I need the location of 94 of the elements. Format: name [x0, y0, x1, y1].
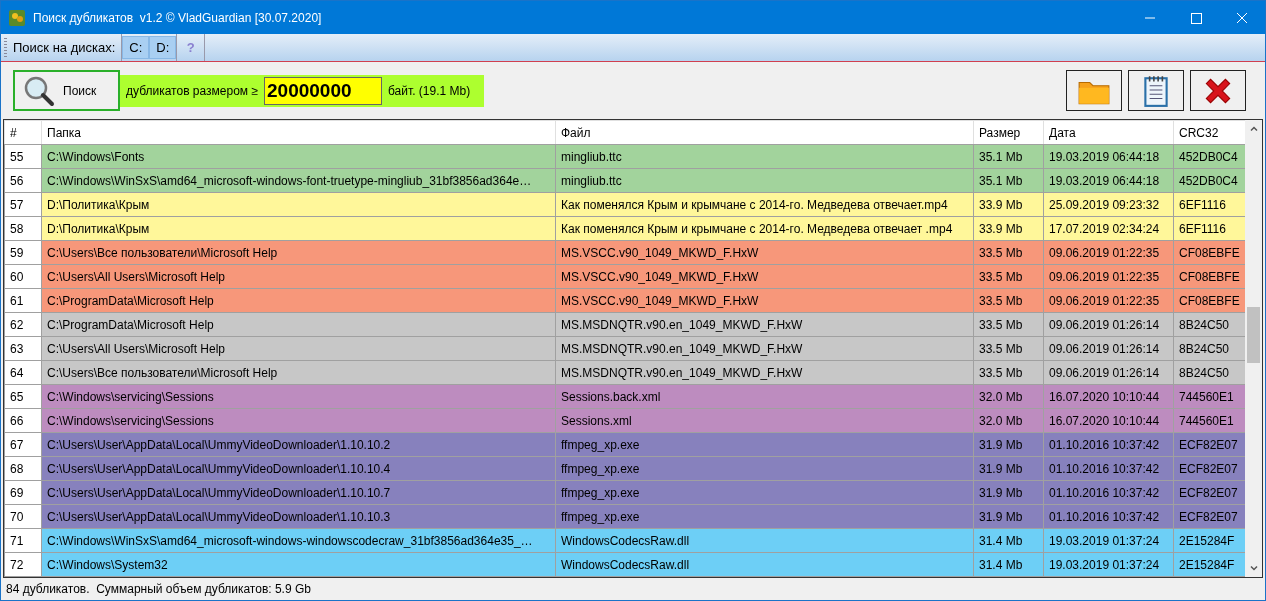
table-cell: mingliub.ttc [555, 144, 974, 169]
table-cell: 25.09.2019 09:23:32 [1043, 192, 1174, 217]
table-cell: 01.10.2016 10:37:42 [1043, 480, 1174, 505]
table-cell: C:\ProgramData\Microsoft Help [41, 312, 556, 337]
table-cell: MS.VSCC.v90_1049_MKWD_F.HxW [555, 264, 974, 289]
row-number: 55 [4, 144, 42, 169]
delete-button[interactable] [1190, 70, 1246, 111]
table-cell: C:\Users\User\AppData\Local\UmmyVideoDownloader\1.10.10.4 [41, 456, 556, 481]
table-cell: 19.03.2019 01:37:24 [1043, 552, 1174, 577]
notepad-button[interactable] [1128, 70, 1184, 111]
table-cell: C:\Windows\WinSxS\amd64_microsoft-windows-font-truetype-mingliub_31bf3856ad364e… [41, 168, 556, 193]
table-cell: C:\ProgramData\Microsoft Help [41, 288, 556, 313]
column-header[interactable]: Файл [555, 120, 974, 145]
column-header[interactable]: CRC32 [1173, 120, 1245, 145]
table-cell: C:\Users\All Users\Microsoft Help [41, 264, 556, 289]
table-cell: MS.VSCC.v90_1049_MKWD_F.HxW [555, 288, 974, 313]
row-number: 60 [4, 264, 42, 289]
table-cell: ffmpeg_xp.exe [555, 432, 974, 457]
drive-button[interactable]: C: [122, 36, 150, 59]
table-cell: MS.MSDNQTR.v90.en_1049_MKWD_F.HxW [555, 312, 974, 337]
table-cell: 09.06.2019 01:22:35 [1043, 240, 1174, 265]
table-cell: 09.06.2019 01:26:14 [1043, 312, 1174, 337]
row-number: 69 [4, 480, 42, 505]
row-number: 71 [4, 528, 42, 553]
table-cell: 19.03.2019 01:37:24 [1043, 528, 1174, 553]
column-header[interactable]: Дата [1043, 120, 1174, 145]
filter-label: дубликатов размером ≥ [126, 83, 258, 98]
table-cell: WindowsCodecsRaw.dll [555, 528, 974, 553]
row-number: 72 [4, 552, 42, 577]
row-number: 61 [4, 288, 42, 313]
row-number: 58 [4, 216, 42, 241]
table-cell: C:\Windows\WinSxS\amd64_microsoft-windows-windowscodecraw_31bf3856ad364e35_… [41, 528, 556, 553]
row-number: 62 [4, 312, 42, 337]
scroll-thumb[interactable] [1247, 307, 1260, 363]
table-cell: 16.07.2020 10:10:44 [1043, 384, 1174, 409]
table-cell: MS.VSCC.v90_1049_MKWD_F.HxW [555, 240, 974, 265]
table-cell: WindowsCodecsRaw.dll [555, 552, 974, 577]
table-cell: C:\Users\User\AppData\Local\UmmyVideoDownloader\1.10.10.7 [41, 480, 556, 505]
table-cell: ffmpeg_xp.exe [555, 456, 974, 481]
row-number: 56 [4, 168, 42, 193]
table-cell: 16.07.2020 10:10:44 [1043, 408, 1174, 433]
status-text: 84 дубликатов. Суммарный объем дубликатов: 5.9 Gb [6, 582, 311, 596]
table-cell: ffmpeg_xp.exe [555, 480, 974, 505]
size-input[interactable]: 20000000 [264, 76, 382, 105]
row-number: 66 [4, 408, 42, 433]
table-cell: 09.06.2019 01:22:35 [1043, 264, 1174, 289]
size-unit-label: байт. (19.1 Mb) [388, 83, 471, 98]
grip-handle[interactable] [4, 38, 7, 57]
table-cell: MS.MSDNQTR.v90.en_1049_MKWD_F.HxW [555, 336, 974, 361]
table-cell: Как поменялся Крым и крымчане с 2014-го. Медведева отвечает .mp4 [555, 216, 974, 241]
row-number: 59 [4, 240, 42, 265]
table-cell: 09.06.2019 01:26:14 [1043, 336, 1174, 361]
table-cell: 19.03.2019 06:44:18 [1043, 168, 1174, 193]
table-cell: mingliub.ttc [555, 168, 974, 193]
table-cell: D:\Политика\Крым [41, 192, 556, 217]
row-number: 68 [4, 456, 42, 481]
table-cell: C:\Users\All Users\Microsoft Help [41, 336, 556, 361]
row-number: 70 [4, 504, 42, 529]
folder-button[interactable] [1066, 70, 1122, 111]
row-number: 57 [4, 192, 42, 217]
table-cell: C:\Windows\servicing\Sessions [41, 408, 556, 433]
table-cell: C:\Windows\Fonts [41, 144, 556, 169]
row-number: 65 [4, 384, 42, 409]
table-cell: C:\Users\Все пользователи\Microsoft Help [41, 360, 556, 385]
table-cell: Sessions.back.xml [555, 384, 974, 409]
table-cell: 09.06.2019 01:22:35 [1043, 288, 1174, 313]
window-title: Поиск дубликатов v1.2 © VladGuardian [30.07.2020] [33, 10, 323, 25]
table-cell: 01.10.2016 10:37:42 [1043, 456, 1174, 481]
table-cell: 09.06.2019 01:26:14 [1043, 360, 1174, 385]
search-button[interactable]: Поиск [13, 70, 120, 111]
table-cell: 17.07.2019 02:34:24 [1043, 216, 1174, 241]
app-icon [9, 9, 25, 26]
table-cell: 01.10.2016 10:37:42 [1043, 504, 1174, 529]
column-header[interactable]: Размер [973, 120, 1044, 145]
drive-button[interactable]: D: [149, 36, 177, 59]
table-cell: 19.03.2019 06:44:18 [1043, 144, 1174, 169]
table-cell: C:\Users\User\AppData\Local\UmmyVideoDownloader\1.10.10.2 [41, 432, 556, 457]
row-number: 63 [4, 336, 42, 361]
table-cell: C:\Users\Все пользователи\Microsoft Help [41, 240, 556, 265]
table-cell: Как поменялся Крым и крымчане с 2014-го. Медведева отвечает.mp4 [555, 192, 974, 217]
scrollbar[interactable] [1245, 120, 1262, 577]
table-cell: Sessions.xml [555, 408, 974, 433]
table-cell: D:\Политика\Крым [41, 216, 556, 241]
table-cell: ffmpeg_xp.exe [555, 504, 974, 529]
magnifier-icon [23, 74, 55, 107]
table-cell: C:\Windows\servicing\Sessions [41, 384, 556, 409]
row-number: 64 [4, 360, 42, 385]
table-cell: C:\Windows\System32 [41, 552, 556, 577]
table-cell: MS.MSDNQTR.v90.en_1049_MKWD_F.HxW [555, 360, 974, 385]
row-number: 67 [4, 432, 42, 457]
table-cell: C:\Users\User\AppData\Local\UmmyVideoDownloader\1.10.10.3 [41, 504, 556, 529]
column-header[interactable]: # [4, 120, 42, 145]
column-header[interactable]: Папка [41, 120, 556, 145]
table-cell: 01.10.2016 10:37:42 [1043, 432, 1174, 457]
